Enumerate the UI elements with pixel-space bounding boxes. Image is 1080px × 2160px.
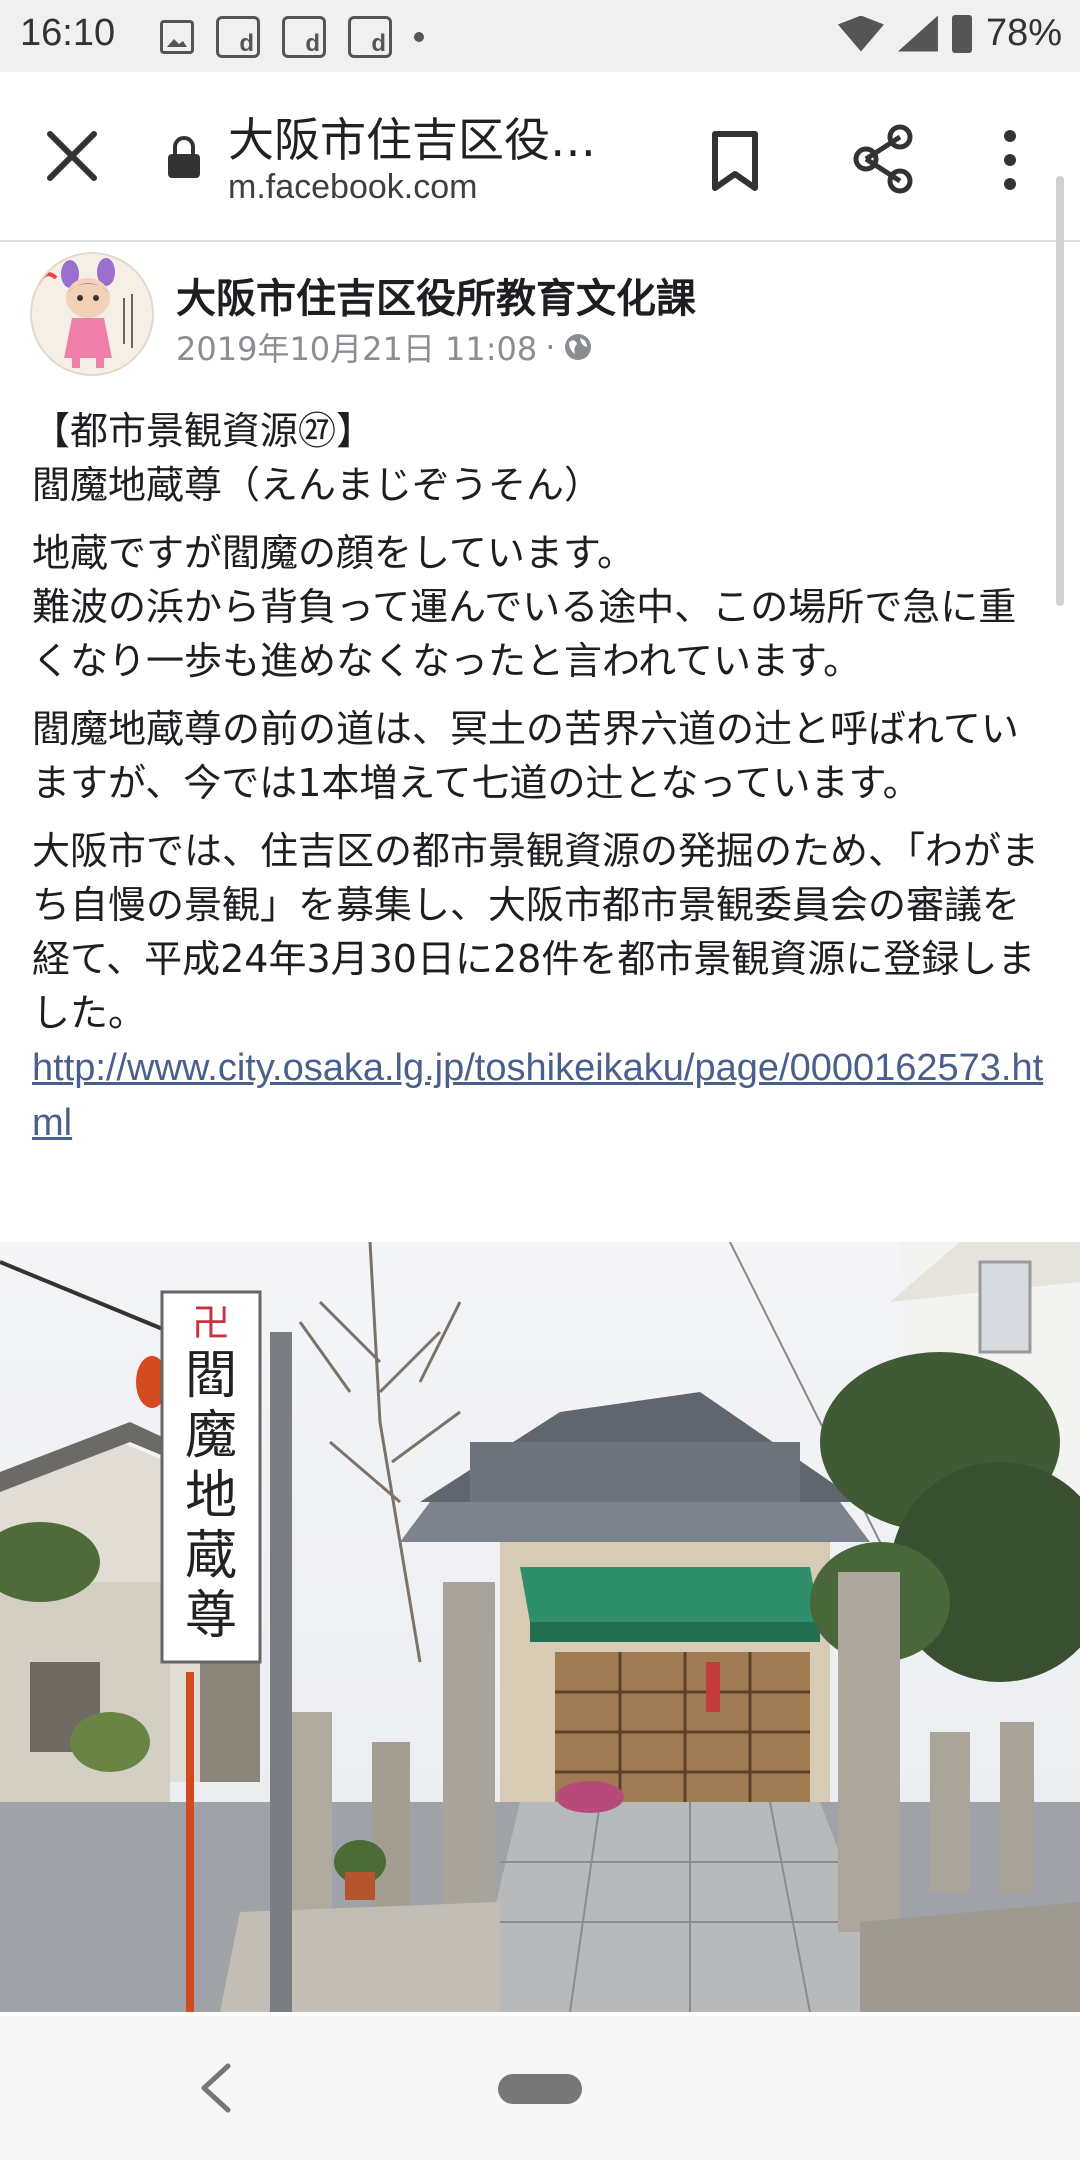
notification-icons: [160, 16, 424, 58]
post-author[interactable]: 大阪市住吉区役所教育文化課: [176, 266, 696, 324]
system-nav-bar: [0, 2016, 1080, 2160]
sign-manji-symbol: 卍: [191, 1301, 230, 1345]
wifi-icon: [837, 15, 884, 52]
post-paragraph: 地蔵ですが閻魔の顔をしています。 難波の浜から背負って運んでいる途中、この場所で…: [32, 531, 1017, 683]
post-link[interactable]: http://www.city.osaka.lg.jp/toshikeikaku…: [32, 1047, 1043, 1144]
app-d-icon: [348, 16, 392, 58]
mascot-avatar-icon: [32, 254, 152, 374]
app-d-icon: [216, 16, 260, 58]
app-d-icon: [282, 16, 326, 58]
status-right: 78%: [837, 12, 1062, 55]
scrollbar[interactable]: [1056, 176, 1064, 606]
page-url[interactable]: m.facebook.com: [228, 168, 477, 207]
status-bar: 16:10 78%: [0, 0, 1080, 72]
page-title[interactable]: 大阪市住吉区役…: [228, 104, 596, 170]
post-paragraph: 閻魔地蔵尊の前の道は、冥土の苦界六道の辻と呼ばれていますが、今では1本増えて七道…: [32, 707, 1019, 805]
home-pill[interactable]: [498, 2074, 582, 2104]
sign-character: 尊: [184, 1586, 237, 1646]
back-nav-icon[interactable]: [196, 2062, 236, 2114]
globe-icon: [565, 334, 592, 360]
lock-icon: [168, 136, 200, 178]
sign-character: 閻: [184, 1346, 237, 1406]
post-paragraph: 大阪市では、住吉区の都市景観資源の発掘のため、「わがまち自慢の景観」を募集し、大…: [32, 829, 1040, 1035]
meta-separator: ·: [545, 328, 556, 366]
picture-icon: [160, 20, 194, 54]
close-icon[interactable]: [40, 124, 104, 188]
post-meta: 2019年10月21日 11:08 ·: [176, 324, 593, 370]
sign-character: 地: [184, 1466, 237, 1526]
status-time: 16:10: [20, 12, 116, 54]
avatar[interactable]: [30, 252, 154, 376]
post-body: 【都市景観資源㉗】 閻魔地蔵尊（えんまじぞうそん） 地蔵ですが閻魔の顔をしていま…: [32, 404, 1052, 1150]
browser-toolbar: 大阪市住吉区役… m.facebook.com: [0, 72, 1080, 242]
share-icon[interactable]: [850, 124, 916, 194]
post-date[interactable]: 2019年10月21日 11:08: [176, 324, 537, 370]
sign-character: 魔: [184, 1406, 237, 1466]
signal-icon: [897, 15, 938, 52]
battery-percent: 78%: [985, 12, 1062, 54]
bookmark-icon[interactable]: [710, 130, 760, 192]
post-paragraph-heading: 【都市景観資源㉗】 閻魔地蔵尊（えんまじぞうそん）: [32, 409, 603, 507]
post-photo[interactable]: 卍 閻 魔 地 蔵 尊: [0, 1242, 1080, 2012]
dot-icon: [414, 32, 424, 42]
more-vert-icon[interactable]: [995, 128, 1025, 192]
signboard: 卍 閻 魔 地 蔵 尊: [162, 1292, 260, 1662]
sign-character: 蔵: [184, 1526, 237, 1586]
battery-icon: [951, 14, 972, 53]
